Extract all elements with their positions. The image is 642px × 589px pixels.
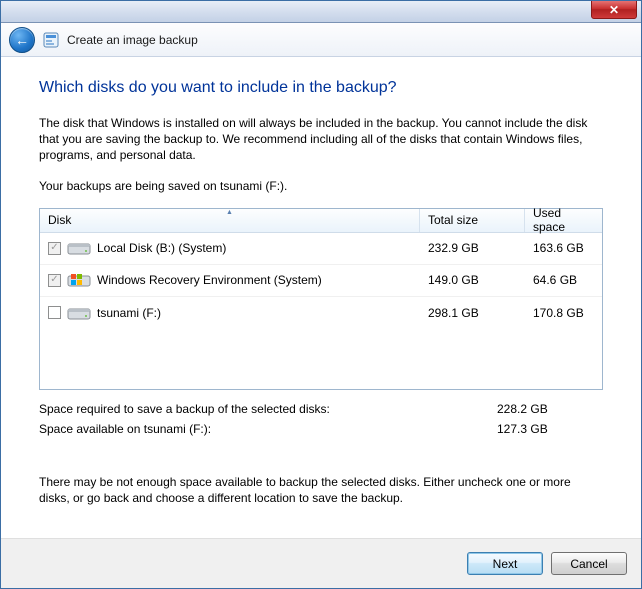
close-button[interactable]: ✕: [591, 1, 637, 19]
back-button[interactable]: ←: [9, 27, 35, 53]
cell-total-size: 149.0 GB: [420, 273, 525, 287]
sort-asc-icon: ▲: [226, 209, 233, 216]
summary-label: Space available on tsunami (F:):: [39, 422, 497, 436]
table-header: Disk ▲ Total size Used space: [40, 209, 602, 233]
column-label: Used space: [533, 206, 594, 234]
cell-disk: Local Disk (B:) (System): [40, 239, 420, 257]
disk-checkbox: [48, 242, 61, 255]
cell-total-size: 232.9 GB: [420, 241, 525, 255]
summary-row-required: Space required to save a backup of the s…: [39, 402, 603, 416]
page-description: The disk that Windows is installed on wi…: [39, 115, 603, 164]
hard-drive-icon: [67, 239, 91, 257]
table-row[interactable]: Windows Recovery Environment (System) 149…: [40, 265, 602, 297]
column-header-used[interactable]: Used space: [525, 209, 602, 232]
table-body: Local Disk (B:) (System) 232.9 GB163.6 GB…: [40, 233, 602, 329]
summary-value: 228.2 GB: [497, 402, 603, 416]
disk-checkbox[interactable]: [48, 306, 61, 319]
cell-used-space: 64.6 GB: [525, 273, 602, 287]
space-warning: There may be not enough space available …: [39, 474, 603, 506]
table-row[interactable]: Local Disk (B:) (System) 232.9 GB163.6 GB: [40, 233, 602, 265]
wizard-title: Create an image backup: [67, 33, 198, 47]
save-location-text: Your backups are being saved on tsunami …: [39, 178, 603, 194]
column-label: Disk: [48, 213, 71, 227]
cell-used-space: 170.8 GB: [525, 306, 602, 320]
disk-checkbox: [48, 274, 61, 287]
next-button[interactable]: Next: [467, 552, 543, 575]
cancel-button[interactable]: Cancel: [551, 552, 627, 575]
wizard-window: ✕ ← Create an image backup Which disks d…: [0, 0, 642, 589]
windows-drive-icon: [67, 271, 91, 289]
close-icon: ✕: [609, 4, 619, 16]
disk-name: Local Disk (B:) (System): [97, 241, 226, 255]
content-area: Which disks do you want to include in th…: [1, 57, 641, 538]
table-row[interactable]: tsunami (F:) 298.1 GB170.8 GB: [40, 297, 602, 329]
disk-table: Disk ▲ Total size Used space Local Disk …: [39, 208, 603, 390]
back-arrow-icon: ←: [15, 33, 29, 47]
column-header-disk[interactable]: Disk ▲: [40, 209, 420, 232]
nav-bar: ← Create an image backup: [1, 23, 641, 57]
cell-used-space: 163.6 GB: [525, 241, 602, 255]
cell-total-size: 298.1 GB: [420, 306, 525, 320]
cell-disk: Windows Recovery Environment (System): [40, 271, 420, 289]
page-heading: Which disks do you want to include in th…: [39, 79, 603, 97]
column-header-total[interactable]: Total size: [420, 209, 525, 232]
column-label: Total size: [428, 213, 478, 227]
hard-drive-icon: [67, 304, 91, 322]
wizard-icon: [43, 32, 59, 48]
summary-value: 127.3 GB: [497, 422, 603, 436]
disk-name: tsunami (F:): [97, 306, 161, 320]
titlebar: ✕: [1, 1, 641, 23]
button-bar: Next Cancel: [1, 538, 641, 588]
summary-row-available: Space available on tsunami (F:): 127.3 G…: [39, 422, 603, 436]
space-summary: Space required to save a backup of the s…: [39, 402, 603, 436]
summary-label: Space required to save a backup of the s…: [39, 402, 497, 416]
table-empty-space: [40, 329, 602, 389]
cell-disk: tsunami (F:): [40, 304, 420, 322]
disk-name: Windows Recovery Environment (System): [97, 273, 322, 287]
